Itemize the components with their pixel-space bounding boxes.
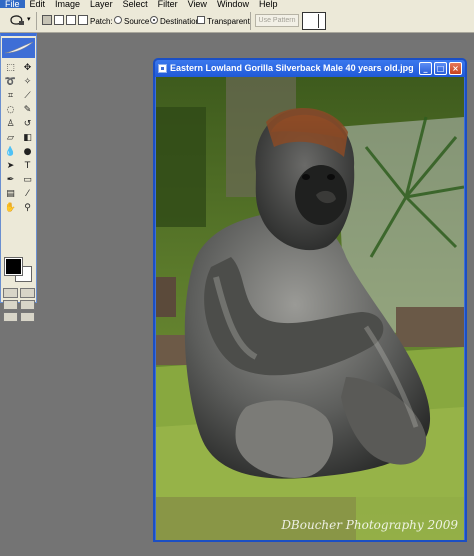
use-pattern-button[interactable]: Use Pattern xyxy=(255,14,299,27)
toolbox: ⬚ ✥ ➰ ✧ ⌗ ⟋ ◌ ✎ ♙ ↺ ▱ ◧ 💧 ● ➤ T ✒ ▭ ▤ ⁄ … xyxy=(0,33,37,322)
photographer-watermark: DBoucher Photography 2009 xyxy=(281,518,458,532)
menu-layer[interactable]: Layer xyxy=(85,0,118,9)
patch-tool-icon xyxy=(10,15,24,25)
color-swatches xyxy=(4,257,34,282)
dodge-tool-icon[interactable]: ● xyxy=(20,146,35,159)
transparent-checkbox[interactable] xyxy=(197,16,205,24)
destination-label: Destination xyxy=(160,17,201,26)
document-window: Eastern Lowland Gorilla Silverback Male … xyxy=(153,58,467,542)
quick-mask-mode-icon[interactable] xyxy=(20,288,35,298)
foreground-color-swatch[interactable] xyxy=(4,257,23,276)
transparent-label: Transparent xyxy=(207,17,250,26)
slice-tool-icon[interactable]: ⟋ xyxy=(20,90,35,103)
history-brush-tool-icon[interactable]: ↺ xyxy=(20,118,35,131)
menu-window[interactable]: Window xyxy=(212,0,254,9)
lasso-tool-icon[interactable]: ➰ xyxy=(3,76,18,89)
crop-tool-icon[interactable]: ⌗ xyxy=(3,90,18,103)
mode-buttons xyxy=(3,288,35,322)
shape-tool-icon[interactable]: ▭ xyxy=(20,174,35,187)
menu-select[interactable]: Select xyxy=(118,0,153,9)
screen-mode-full-icon[interactable] xyxy=(20,300,35,310)
eyedropper-tool-icon[interactable]: ⁄ xyxy=(20,188,35,201)
tool-preset-picker[interactable] xyxy=(8,13,26,27)
feather-icon xyxy=(4,41,34,54)
subtract-from-selection-button[interactable] xyxy=(66,15,76,25)
tool-grid: ⬚ ✥ ➰ ✧ ⌗ ⟋ ◌ ✎ ♙ ↺ ▱ ◧ 💧 ● ➤ T ✒ ▭ ▤ ⁄ … xyxy=(3,62,35,215)
brush-tool-icon[interactable]: ✎ xyxy=(20,104,35,117)
source-radio[interactable] xyxy=(114,16,122,24)
add-to-selection-button[interactable] xyxy=(54,15,64,25)
move-tool-icon[interactable]: ✥ xyxy=(20,62,35,75)
menu-bar: File Edit Image Layer Select Filter View… xyxy=(0,0,474,9)
chevron-down-icon[interactable]: ▾ xyxy=(27,15,31,23)
minimize-button[interactable]: _ xyxy=(419,62,432,75)
type-tool-icon[interactable]: T xyxy=(20,160,35,173)
menu-edit[interactable]: Edit xyxy=(25,0,51,9)
document-title-bar[interactable]: Eastern Lowland Gorilla Silverback Male … xyxy=(155,60,465,77)
document-icon xyxy=(158,64,167,73)
blur-tool-icon[interactable]: 💧 xyxy=(3,146,18,159)
screen-mode-standard-icon[interactable] xyxy=(3,300,18,310)
intersect-selection-button[interactable] xyxy=(78,15,88,25)
menu-help[interactable]: Help xyxy=(254,0,283,9)
new-selection-button[interactable] xyxy=(42,15,52,25)
pattern-picker[interactable] xyxy=(302,12,326,30)
menu-filter[interactable]: Filter xyxy=(153,0,183,9)
tool-presets-well[interactable] xyxy=(2,38,35,58)
menu-image[interactable]: Image xyxy=(50,0,85,9)
jump-to-imageready-icon[interactable] xyxy=(3,312,18,322)
image-canvas[interactable]: DBoucher Photography 2009 xyxy=(156,77,464,540)
divider xyxy=(250,12,251,30)
path-selection-tool-icon[interactable]: ➤ xyxy=(3,160,18,173)
patch-tool-icon[interactable]: ◌ xyxy=(3,104,18,117)
source-label: Source xyxy=(124,17,150,26)
magic-wand-tool-icon[interactable]: ✧ xyxy=(20,76,35,89)
menu-view[interactable]: View xyxy=(183,0,212,9)
options-bar: ▾ Patch: Source Destination Transparent … xyxy=(0,9,474,33)
notes-tool-icon[interactable]: ▤ xyxy=(3,188,18,201)
divider xyxy=(36,12,37,30)
destination-radio[interactable] xyxy=(150,16,158,24)
zoom-tool-icon[interactable]: ⚲ xyxy=(20,202,35,215)
check-icon[interactable] xyxy=(20,312,35,322)
eraser-tool-icon[interactable]: ▱ xyxy=(3,132,18,145)
close-button[interactable]: × xyxy=(449,62,462,75)
marquee-tool-icon[interactable]: ⬚ xyxy=(3,62,18,75)
document-title: Eastern Lowland Gorilla Silverback Male … xyxy=(170,63,414,73)
standard-mode-icon[interactable] xyxy=(3,288,18,298)
gorilla-photo xyxy=(156,77,464,540)
maximize-button[interactable]: □ xyxy=(434,62,447,75)
patch-label: Patch: xyxy=(90,17,113,26)
paint-bucket-tool-icon[interactable]: ◧ xyxy=(20,132,35,145)
hand-tool-icon[interactable]: ✋ xyxy=(3,202,18,215)
pen-tool-icon[interactable]: ✒ xyxy=(3,174,18,187)
clone-stamp-tool-icon[interactable]: ♙ xyxy=(3,118,18,131)
menu-file[interactable]: File xyxy=(0,0,25,9)
